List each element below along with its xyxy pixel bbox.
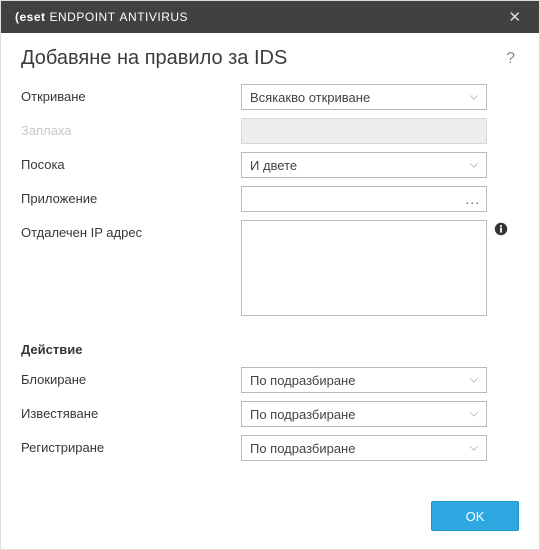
- label-threat: Заплаха: [21, 118, 241, 138]
- chevron-down-icon: ⌵: [470, 442, 478, 455]
- select-notify[interactable]: По подразбиране ⌵: [241, 401, 487, 427]
- dialog-header: Добавяне на правило за IDS ?: [1, 33, 539, 76]
- row-detection: Откриване Всякакво откриване ⌵: [21, 84, 519, 110]
- section-action-title: Действие: [21, 342, 519, 357]
- dialog-footer: OK: [1, 487, 539, 549]
- row-remote-ip: Отдалечен IP адрес: [21, 220, 519, 316]
- ok-button[interactable]: OK: [431, 501, 519, 531]
- chevron-down-icon: ⌵: [470, 91, 478, 104]
- row-block: Блокиране По подразбиране ⌵: [21, 367, 519, 393]
- row-log: Регистриране По подразбиране ⌵: [21, 435, 519, 461]
- label-detection: Откриване: [21, 84, 241, 104]
- select-notify-value: По подразбиране: [250, 407, 355, 422]
- label-log: Регистриране: [21, 435, 241, 455]
- close-icon[interactable]: ✕: [501, 8, 529, 26]
- row-threat: Заплаха: [21, 118, 519, 144]
- chevron-down-icon: ⌵: [470, 374, 478, 387]
- info-icon[interactable]: [493, 220, 509, 239]
- page-title: Добавяне на правило за IDS: [21, 47, 502, 70]
- row-direction: Посока И двете ⌵: [21, 152, 519, 178]
- chevron-down-icon: ⌵: [470, 159, 478, 172]
- select-block-value: По подразбиране: [250, 373, 355, 388]
- brand-logo: (eset: [15, 10, 46, 24]
- label-block: Блокиране: [21, 367, 241, 387]
- textarea-remote-ip[interactable]: [241, 220, 487, 316]
- row-notify: Известяване По подразбиране ⌵: [21, 401, 519, 427]
- label-direction: Посока: [21, 152, 241, 172]
- product-name-2: ANTIVIRUS: [120, 10, 189, 24]
- dialog-content: Откриване Всякакво откриване ⌵ Заплаха П…: [1, 76, 539, 487]
- label-application: Приложение: [21, 186, 241, 206]
- input-threat: [241, 118, 487, 144]
- chevron-down-icon: ⌵: [470, 408, 478, 421]
- select-block[interactable]: По подразбиране ⌵: [241, 367, 487, 393]
- label-remote-ip: Отдалечен IP адрес: [21, 220, 241, 240]
- dialog-window: (eset ENDPOINT ANTIVIRUS ✕ Добавяне на п…: [0, 0, 540, 550]
- select-detection-value: Всякакво откриване: [250, 90, 370, 105]
- label-notify: Известяване: [21, 401, 241, 421]
- select-direction-value: И двете: [250, 158, 297, 173]
- select-direction[interactable]: И двете ⌵: [241, 152, 487, 178]
- input-application[interactable]: ...: [241, 186, 487, 212]
- select-detection[interactable]: Всякакво откриване ⌵: [241, 84, 487, 110]
- titlebar: (eset ENDPOINT ANTIVIRUS ✕: [1, 1, 539, 33]
- select-log[interactable]: По подразбиране ⌵: [241, 435, 487, 461]
- row-application: Приложение ...: [21, 186, 519, 212]
- browse-button[interactable]: ...: [465, 187, 480, 211]
- help-icon[interactable]: ?: [502, 50, 519, 68]
- select-log-value: По подразбиране: [250, 441, 355, 456]
- product-name-1: ENDPOINT: [50, 10, 116, 24]
